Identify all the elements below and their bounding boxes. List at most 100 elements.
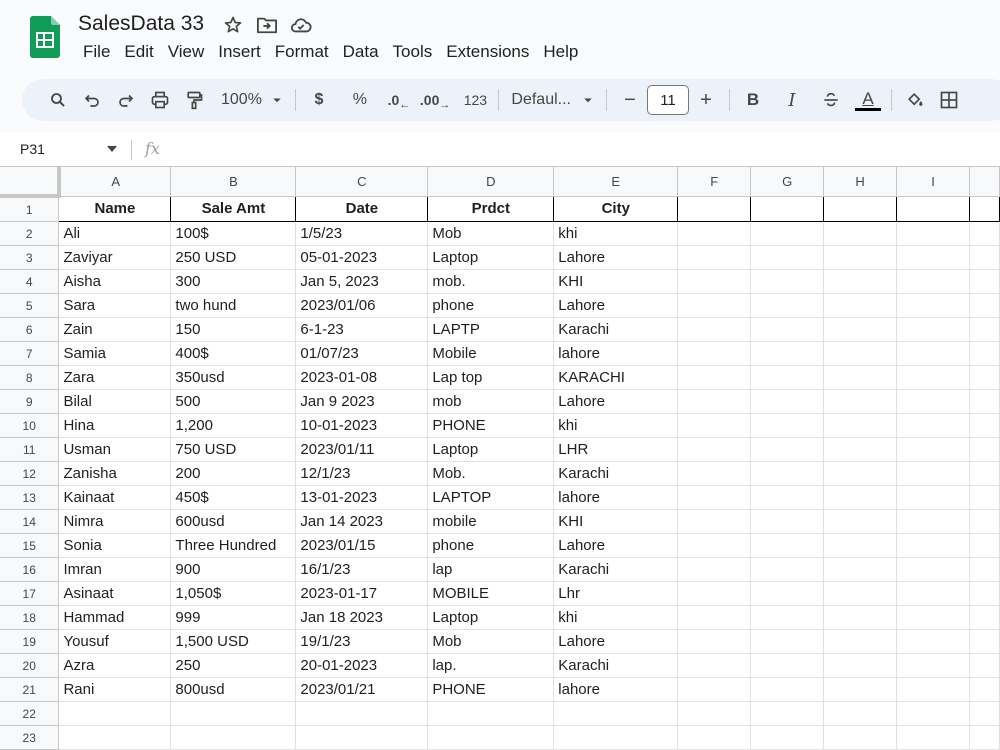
cell[interactable] (427, 725, 555, 750)
cell[interactable] (677, 245, 752, 270)
cell[interactable] (896, 725, 970, 750)
row-header[interactable]: 14 (0, 509, 60, 534)
cell[interactable]: PHONE (427, 413, 555, 438)
cell[interactable] (823, 485, 898, 510)
cell[interactable] (969, 605, 1000, 630)
cell[interactable]: 05-01-2023 (295, 245, 429, 270)
cell[interactable] (969, 677, 1000, 702)
cell[interactable] (750, 629, 825, 654)
cell[interactable] (823, 365, 898, 390)
cell[interactable] (823, 221, 898, 246)
cell[interactable]: 13-01-2023 (295, 485, 429, 510)
star-icon[interactable] (222, 14, 244, 36)
cell[interactable] (677, 317, 752, 342)
cell[interactable] (677, 485, 752, 510)
cloud-saved-icon[interactable] (290, 14, 312, 36)
cell[interactable]: 150 (170, 317, 297, 342)
row-header[interactable]: 17 (0, 581, 60, 606)
cell[interactable]: 2023/01/11 (295, 437, 429, 462)
cell[interactable] (969, 461, 1000, 486)
cell[interactable]: 2023/01/15 (295, 533, 429, 558)
cell[interactable] (896, 389, 970, 414)
row-header[interactable]: 3 (0, 245, 60, 270)
cell[interactable]: 1,500 USD (170, 629, 297, 654)
redo-icon[interactable] (112, 85, 140, 115)
cell[interactable] (677, 677, 752, 702)
column-header-b[interactable]: B (170, 167, 297, 197)
cell[interactable]: phone (427, 533, 555, 558)
cell[interactable]: 16/1/23 (295, 557, 429, 582)
cell[interactable]: 400$ (170, 341, 297, 366)
cell[interactable] (969, 413, 1000, 438)
cell[interactable] (896, 365, 970, 390)
cell[interactable] (677, 269, 752, 294)
row-header[interactable]: 15 (0, 533, 60, 558)
cell[interactable] (896, 269, 970, 294)
cell[interactable]: 750 USD (170, 437, 297, 462)
cell[interactable] (896, 413, 970, 438)
cell[interactable]: LHR (553, 437, 679, 462)
cell[interactable]: Laptop (427, 605, 555, 630)
cell[interactable]: khi (553, 221, 679, 246)
menu-insert[interactable]: Insert (213, 42, 266, 62)
column-header-c[interactable]: C (295, 167, 429, 197)
header-cell[interactable]: Prdct (427, 195, 555, 222)
cell[interactable]: Mob. (427, 461, 555, 486)
zoom-select[interactable]: 100% (221, 85, 286, 115)
row-header[interactable]: 13 (0, 485, 60, 510)
cell[interactable]: two hund (170, 293, 297, 318)
cell[interactable]: Kainaat (58, 485, 172, 510)
cell[interactable]: Three Hundred (170, 533, 297, 558)
header-cell[interactable] (823, 195, 898, 222)
cell[interactable]: Yousuf (58, 629, 172, 654)
search-icon[interactable] (44, 85, 72, 115)
increase-font-size-button[interactable]: + (692, 85, 720, 115)
cell[interactable] (969, 269, 1000, 294)
cell[interactable] (896, 317, 970, 342)
cell[interactable]: Lahore (553, 533, 679, 558)
cell[interactable] (750, 557, 825, 582)
column-header-i[interactable]: I (896, 167, 970, 197)
borders-icon[interactable] (935, 85, 963, 115)
cell[interactable]: 2023/01/06 (295, 293, 429, 318)
cell[interactable]: KARACHI (553, 365, 679, 390)
cell[interactable] (553, 725, 679, 750)
cell[interactable]: 200 (170, 461, 297, 486)
cell[interactable]: 500 (170, 389, 297, 414)
cell[interactable]: Jan 9 2023 (295, 389, 429, 414)
cell[interactable]: 1,050$ (170, 581, 297, 606)
cell[interactable] (896, 677, 970, 702)
cell[interactable]: khi (553, 605, 679, 630)
cell[interactable]: 250 USD (170, 245, 297, 270)
cell[interactable] (677, 725, 752, 750)
cell[interactable]: Karachi (553, 557, 679, 582)
row-header[interactable]: 2 (0, 221, 60, 246)
fill-color-icon[interactable] (901, 85, 929, 115)
cell[interactable]: Karachi (553, 461, 679, 486)
cell[interactable] (750, 701, 825, 726)
cell[interactable]: Lahore (553, 293, 679, 318)
undo-icon[interactable] (78, 85, 106, 115)
currency-format-button[interactable]: $ (305, 85, 333, 115)
cell[interactable]: lahore (553, 341, 679, 366)
cell[interactable]: Hammad (58, 605, 172, 630)
cell[interactable]: 20-01-2023 (295, 653, 429, 678)
cell[interactable]: Jan 5, 2023 (295, 269, 429, 294)
cell[interactable] (896, 557, 970, 582)
cell[interactable] (969, 437, 1000, 462)
row-header[interactable]: 10 (0, 413, 60, 438)
cell[interactable]: Jan 18 2023 (295, 605, 429, 630)
header-cell[interactable] (677, 195, 752, 222)
cell[interactable]: 1/5/23 (295, 221, 429, 246)
cell[interactable] (823, 677, 898, 702)
cell[interactable]: phone (427, 293, 555, 318)
cell[interactable] (896, 653, 970, 678)
cell[interactable] (969, 245, 1000, 270)
cell[interactable]: Lahore (553, 389, 679, 414)
cell[interactable]: Hina (58, 413, 172, 438)
cell[interactable] (295, 725, 429, 750)
cell[interactable] (896, 485, 970, 510)
cell[interactable] (750, 269, 825, 294)
cell[interactable] (896, 221, 970, 246)
percent-format-button[interactable]: % (346, 85, 374, 115)
